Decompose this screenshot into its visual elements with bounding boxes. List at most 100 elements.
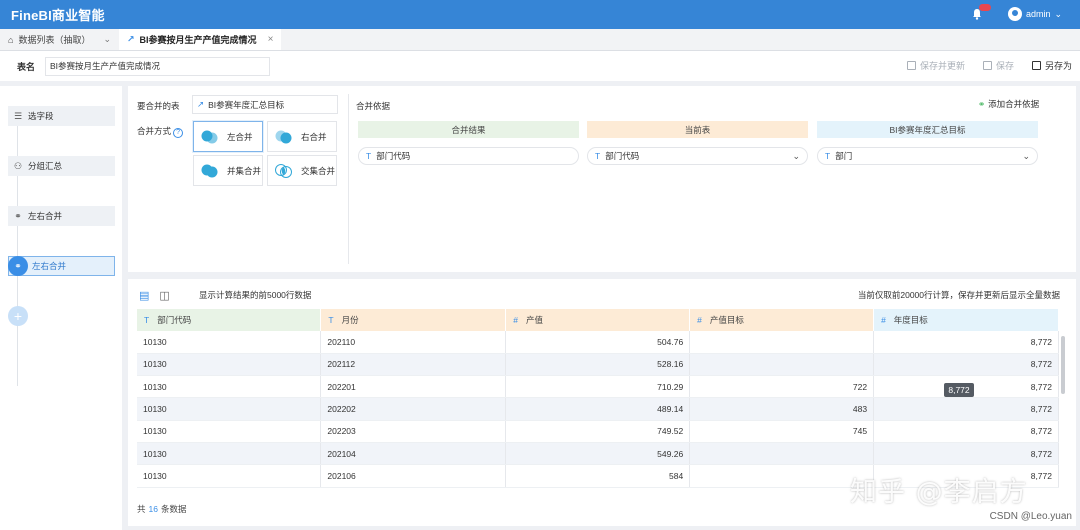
table-cell: 202201 [320, 375, 507, 399]
basis-col-result: 合并结果 [358, 121, 579, 138]
save-as-icon [1031, 61, 1041, 70]
table-row: 10130 202201 710.29 722 8,772 [137, 375, 1059, 399]
text-type-icon: T [144, 315, 150, 325]
basis-result-field[interactable]: T 部门代码 [358, 147, 579, 165]
basis-col-target: BI参赛年度汇总目标 [817, 121, 1038, 138]
mode-label: 右合并 [301, 131, 327, 142]
merge-config-panel: 要合并的表 ↗ BI参赛年度汇总目标 合并方式? 左合并 右合并 并集合并 交集… [128, 86, 1076, 272]
table-row: 10130 202112 528.16 8,772 [137, 353, 1059, 377]
step-lr-merge-1[interactable]: ⚭ 左右合并 [8, 206, 115, 226]
column-header[interactable]: # 产值 [505, 309, 691, 331]
user-menu[interactable]: admin ⌄ [1008, 7, 1062, 21]
merge-table-select[interactable]: ↗ BI参赛年度汇总目标 [192, 95, 338, 114]
column-header[interactable]: # 产值目标 [689, 309, 875, 331]
table-cell: 10130 [137, 442, 322, 466]
table-cell: 483 [689, 397, 875, 421]
mode-right-merge[interactable]: 右合并 [267, 121, 337, 152]
mode-label: 交集合并 [301, 165, 336, 176]
preview-note: 显示计算结果的前5000行数据 [199, 290, 312, 300]
close-icon[interactable]: × [268, 34, 274, 45]
text-type-icon: T [825, 151, 831, 161]
table-cell: 202104 [320, 442, 507, 466]
table-cell: 489.14 [505, 397, 691, 421]
intersect-merge-icon [275, 163, 292, 178]
chevron-down-icon: ⌄ [1054, 8, 1063, 19]
step-label: 左右合并 [32, 261, 67, 271]
zhihu-watermark: 知乎 @李启方 [850, 477, 1028, 508]
save-icon [982, 61, 992, 70]
table-cell [689, 353, 875, 377]
mode-union-merge[interactable]: 并集合并 [193, 155, 263, 186]
column-header[interactable]: T 部门代码 [137, 309, 322, 331]
table-cell: 202202 [320, 397, 507, 421]
tab-bar: ⌂ 数据列表（抽取） ⌄ ↗ BI参赛按月生产产值完成情况 × [0, 29, 1080, 51]
step-lr-merge-2[interactable]: ⚭ 左右合并 [8, 256, 115, 276]
notification-badge [979, 4, 991, 11]
table-row: 10130 202203 749.52 745 8,772 [137, 420, 1059, 443]
add-basis-label: 添加合并依据 [988, 99, 1040, 109]
avatar [1008, 7, 1022, 21]
field-name: 部门代码 [605, 151, 640, 161]
step-label: 分组汇总 [28, 161, 63, 171]
step-label: 左右合并 [28, 211, 63, 221]
save-as-button[interactable]: 另存为 [1031, 59, 1072, 72]
mode-left-merge[interactable]: 左合并 [193, 121, 263, 152]
divider [348, 94, 349, 264]
detail-view-icon[interactable]: ◫ [159, 289, 169, 302]
table-cell: 549.26 [505, 442, 691, 466]
table-cell: 202203 [320, 420, 507, 443]
number-type-icon: # [697, 315, 702, 325]
tab-data-list[interactable]: ⌂ 数据列表（抽取） ⌄ [0, 29, 119, 50]
step-group-summary[interactable]: ⚇ 分组汇总 [8, 156, 115, 176]
mode-intersect-merge[interactable]: 交集合并 [267, 155, 337, 186]
save-and-update-label: 保存并更新 [919, 61, 965, 71]
basis-target-field-select[interactable]: T 部门 ⌄ [817, 147, 1038, 165]
column-header-label: 月份 [341, 315, 359, 325]
step-label: 选字段 [28, 111, 54, 121]
mode-label: 左合并 [227, 131, 253, 142]
basis-current-field-select[interactable]: T 部门代码 ⌄ [587, 147, 808, 165]
tab-label: BI参赛按月生产产值完成情况 [139, 35, 257, 45]
user-name: admin [1026, 9, 1051, 19]
table-cell: 10130 [137, 464, 322, 488]
table-cell: 504.76 [505, 331, 691, 354]
merge-basis-label: 合并依据 [356, 101, 391, 111]
app-brand: FineBI商业智能 [11, 8, 105, 23]
table-name-input[interactable]: BI参赛按月生产产值完成情况 [45, 56, 271, 76]
table-cell: 10130 [137, 397, 322, 421]
save-button[interactable]: 保存 [982, 59, 1014, 72]
text-type-icon: T [366, 151, 372, 161]
right-merge-icon [275, 130, 292, 143]
chevron-down-icon[interactable]: ⌄ [103, 34, 111, 45]
row-count-footer: 共 16 条数据 [137, 503, 187, 515]
table-row: 10130 202202 489.14 483 8,772 [137, 397, 1059, 421]
number-type-icon: # [881, 315, 886, 325]
chevron-down-icon: ⌄ [792, 151, 800, 161]
table-cell: 10130 [137, 420, 322, 443]
mode-label: 并集合并 [227, 165, 262, 176]
add-step-button[interactable]: + [8, 306, 28, 326]
cell-tooltip: 8,772 [944, 383, 974, 397]
table-cell: 10130 [137, 353, 322, 377]
table-cell: 10130 [137, 375, 322, 399]
add-basis-button[interactable]: ⚭ 添加合并依据 [978, 98, 1039, 110]
calc-note: 当前仅取前20000行计算，保存并更新后显示全量数据 [857, 290, 1060, 300]
column-header[interactable]: # 年度目标 [873, 309, 1059, 331]
save-and-update-button[interactable]: 保存并更新 [906, 59, 965, 72]
column-header-label: 产值目标 [709, 315, 744, 325]
merge-mode-text: 合并方式 [137, 126, 172, 136]
column-header[interactable]: T 月份 [320, 309, 507, 331]
vertical-scrollbar[interactable] [1061, 336, 1065, 394]
table-cell: 8,772 [873, 331, 1059, 354]
table-cell [689, 442, 875, 466]
text-type-icon: T [328, 315, 334, 325]
footer-prefix: 共 [137, 504, 146, 514]
step-select-fields[interactable]: ☰ 选字段 [8, 106, 115, 126]
tab-active-table[interactable]: ↗ BI参赛按月生产产值完成情况 × [119, 29, 282, 50]
table-view-icon[interactable]: ▤ [139, 289, 149, 302]
table-cell: 584 [505, 464, 691, 488]
table-row: 10130 202104 549.26 8,772 [137, 442, 1059, 466]
table-cell: 8,772 [873, 397, 1059, 421]
help-icon[interactable]: ? [173, 128, 184, 138]
table-name-label: 表名 [17, 61, 36, 72]
